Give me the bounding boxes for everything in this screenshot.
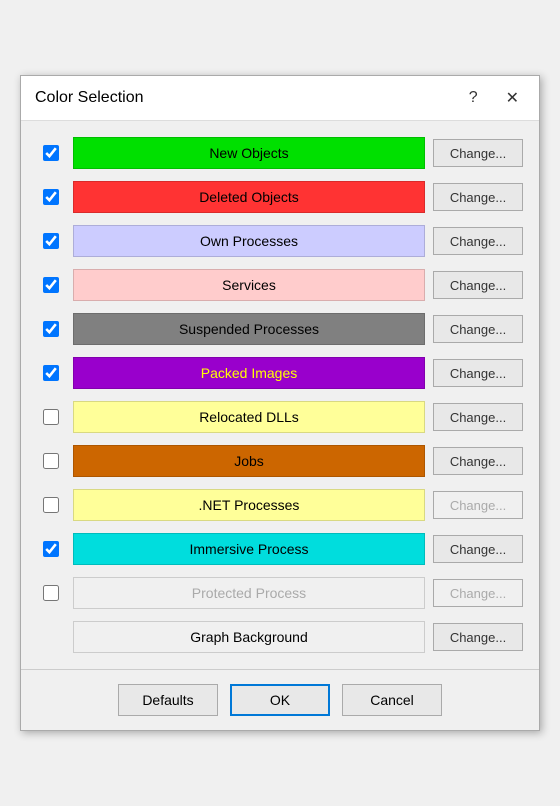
change-button-new-objects[interactable]: Change... bbox=[433, 139, 523, 167]
checkbox-cell-services bbox=[37, 277, 65, 293]
row-suspended-processes: Suspended Processes Change... bbox=[37, 309, 523, 349]
change-button-relocated-dlls[interactable]: Change... bbox=[433, 403, 523, 431]
row-net-processes: .NET Processes Change... bbox=[37, 485, 523, 525]
checkbox-protected-process[interactable] bbox=[43, 585, 59, 601]
title-bar: Color Selection ? ✕ bbox=[21, 76, 539, 121]
color-label-deleted-objects: Deleted Objects bbox=[73, 181, 425, 213]
color-selection-dialog: Color Selection ? ✕ New Objects Change...… bbox=[20, 75, 540, 731]
row-packed-images: Packed Images Change... bbox=[37, 353, 523, 393]
change-button-protected-process: Change... bbox=[433, 579, 523, 607]
color-label-new-objects: New Objects bbox=[73, 137, 425, 169]
row-jobs: Jobs Change... bbox=[37, 441, 523, 481]
checkbox-jobs[interactable] bbox=[43, 453, 59, 469]
color-label-services: Services bbox=[73, 269, 425, 301]
checkbox-own-processes[interactable] bbox=[43, 233, 59, 249]
checkbox-cell-net-processes bbox=[37, 497, 65, 513]
color-label-net-processes: .NET Processes bbox=[73, 489, 425, 521]
row-services: Services Change... bbox=[37, 265, 523, 305]
checkbox-packed-images[interactable] bbox=[43, 365, 59, 381]
change-button-own-processes[interactable]: Change... bbox=[433, 227, 523, 255]
color-label-suspended-processes: Suspended Processes bbox=[73, 313, 425, 345]
dialog-title: Color Selection bbox=[35, 89, 144, 107]
checkbox-cell-immersive-process bbox=[37, 541, 65, 557]
title-bar-controls: ? ✕ bbox=[463, 86, 525, 110]
color-label-immersive-process: Immersive Process bbox=[73, 533, 425, 565]
defaults-button[interactable]: Defaults bbox=[118, 684, 218, 716]
close-button[interactable]: ✕ bbox=[500, 86, 525, 110]
rows-container: New Objects Change... Deleted Objects Chang… bbox=[21, 121, 539, 669]
change-button-immersive-process[interactable]: Change... bbox=[433, 535, 523, 563]
row-deleted-objects: Deleted Objects Change... bbox=[37, 177, 523, 217]
color-label-own-processes: Own Processes bbox=[73, 225, 425, 257]
checkbox-suspended-processes[interactable] bbox=[43, 321, 59, 337]
color-label-graph-background: Graph Background bbox=[73, 621, 425, 653]
change-button-services[interactable]: Change... bbox=[433, 271, 523, 299]
row-relocated-dlls: Relocated DLLs Change... bbox=[37, 397, 523, 437]
checkbox-immersive-process[interactable] bbox=[43, 541, 59, 557]
color-label-relocated-dlls: Relocated DLLs bbox=[73, 401, 425, 433]
change-button-packed-images[interactable]: Change... bbox=[433, 359, 523, 387]
change-button-suspended-processes[interactable]: Change... bbox=[433, 315, 523, 343]
change-button-jobs[interactable]: Change... bbox=[433, 447, 523, 475]
checkbox-cell-suspended-processes bbox=[37, 321, 65, 337]
change-button-net-processes: Change... bbox=[433, 491, 523, 519]
help-button[interactable]: ? bbox=[463, 87, 484, 109]
row-new-objects: New Objects Change... bbox=[37, 133, 523, 173]
checkbox-cell-packed-images bbox=[37, 365, 65, 381]
checkbox-relocated-dlls[interactable] bbox=[43, 409, 59, 425]
checkbox-cell-protected-process bbox=[37, 585, 65, 601]
color-label-packed-images: Packed Images bbox=[73, 357, 425, 389]
checkbox-cell-jobs bbox=[37, 453, 65, 469]
checkbox-deleted-objects[interactable] bbox=[43, 189, 59, 205]
color-label-jobs: Jobs bbox=[73, 445, 425, 477]
ok-button[interactable]: OK bbox=[230, 684, 330, 716]
checkbox-cell-own-processes bbox=[37, 233, 65, 249]
checkbox-cell-new-objects bbox=[37, 145, 65, 161]
checkbox-cell-relocated-dlls bbox=[37, 409, 65, 425]
row-immersive-process: Immersive Process Change... bbox=[37, 529, 523, 569]
checkbox-cell-deleted-objects bbox=[37, 189, 65, 205]
change-button-deleted-objects[interactable]: Change... bbox=[433, 183, 523, 211]
color-label-protected-process: Protected Process bbox=[73, 577, 425, 609]
checkbox-new-objects[interactable] bbox=[43, 145, 59, 161]
change-button-graph-background[interactable]: Change... bbox=[433, 623, 523, 651]
cancel-button[interactable]: Cancel bbox=[342, 684, 442, 716]
footer: Defaults OK Cancel bbox=[21, 669, 539, 730]
checkbox-net-processes[interactable] bbox=[43, 497, 59, 513]
row-own-processes: Own Processes Change... bbox=[37, 221, 523, 261]
row-protected-process: Protected Process Change... bbox=[37, 573, 523, 613]
row-graph-background: Graph Background Change... bbox=[37, 617, 523, 657]
checkbox-services[interactable] bbox=[43, 277, 59, 293]
